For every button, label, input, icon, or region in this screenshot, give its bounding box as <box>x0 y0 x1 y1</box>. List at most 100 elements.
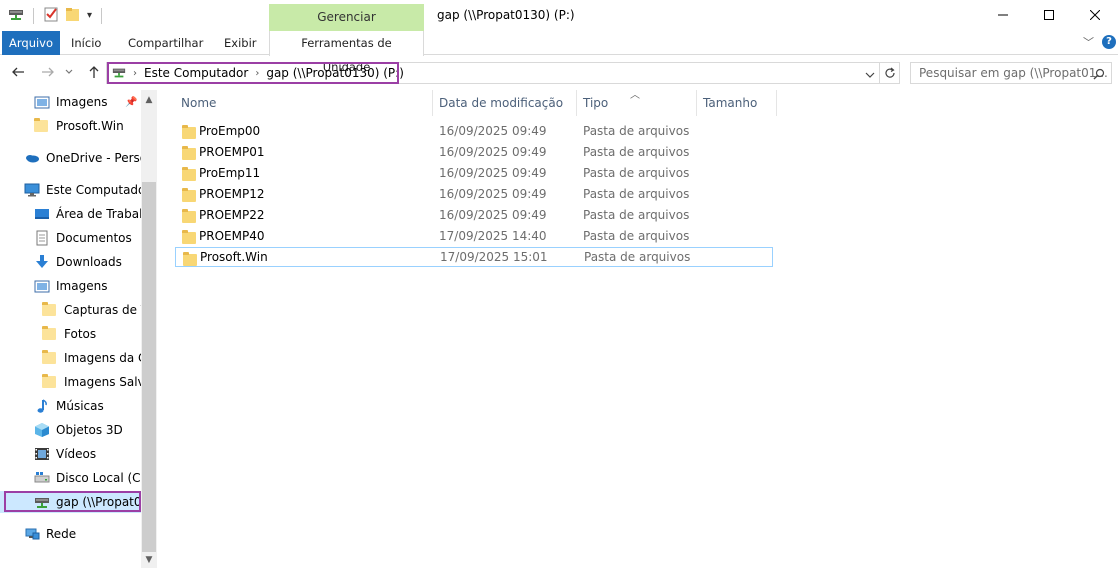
file-type: Pasta de arquivos <box>583 166 690 180</box>
table-row[interactable]: PROEMP40 17/09/2025 14:40 Pasta de arqui… <box>175 226 773 246</box>
table-row[interactable]: ProEmp00 16/09/2025 09:49 Pasta de arqui… <box>175 121 773 141</box>
maximize-button[interactable] <box>1026 0 1072 30</box>
sidebar-item-musicas[interactable]: Músicas <box>0 395 142 417</box>
tab-ferramentas-de-unidade[interactable]: Ferramentas de Unidade <box>269 31 424 74</box>
sidebar-item-label: Rede <box>46 527 77 541</box>
column-header-data[interactable]: Data de modificação <box>433 90 577 116</box>
network-icon <box>24 526 40 542</box>
sidebar-item-objetos-3d[interactable]: Objetos 3D <box>0 419 142 441</box>
table-row[interactable]: PROEMP01 16/09/2025 09:49 Pasta de arqui… <box>175 142 773 162</box>
scroll-down-icon[interactable]: ▼ <box>141 552 157 568</box>
sidebar-item-label: Vídeos <box>56 447 97 461</box>
folder-icon <box>182 146 196 160</box>
sidebar-item-area-de-trabalho[interactable]: Área de Trabalho <box>0 203 142 225</box>
sidebar-item-rede[interactable]: Rede <box>0 523 142 545</box>
scroll-up-icon[interactable]: ▲ <box>141 92 157 108</box>
sidebar-item-label: Objetos 3D <box>56 423 123 437</box>
properties-icon[interactable] <box>43 6 59 25</box>
folder-icon <box>42 326 58 342</box>
file-date: 16/09/2025 09:49 <box>439 145 547 159</box>
new-folder-icon[interactable] <box>65 6 81 25</box>
sidebar-item-label: Fotos <box>64 327 97 341</box>
scroll-thumb[interactable] <box>142 182 156 552</box>
folder-icon <box>34 118 50 134</box>
column-header-tamanho[interactable]: Tamanho <box>697 90 777 116</box>
table-row[interactable]: PROEMP12 16/09/2025 09:49 Pasta de arqui… <box>175 184 773 204</box>
folder-icon <box>182 230 196 244</box>
ribbon-right-controls: ﹀ ? <box>1083 34 1116 50</box>
column-header-nome[interactable]: Nome <box>175 90 433 116</box>
sidebar-item-label: Capturas de Te <box>64 303 142 317</box>
file-date: 16/09/2025 09:49 <box>439 208 547 222</box>
expand-ribbon-icon[interactable]: ﹀ <box>1083 34 1094 50</box>
sidebar-item-label: Prosoft.Win <box>56 119 124 133</box>
3d-objects-icon <box>34 422 50 438</box>
minimize-button[interactable] <box>980 0 1026 30</box>
desktop-icon <box>34 206 50 222</box>
sidebar-item-label: Documentos <box>56 231 132 245</box>
address-dropdown-icon[interactable] <box>865 68 875 82</box>
table-row[interactable]: Prosoft.Win 17/09/2025 15:01 Pasta de ar… <box>175 247 773 267</box>
sidebar-item-label: Downloads <box>56 255 122 269</box>
sidebar-item-disco-local[interactable]: Disco Local (C:) <box>0 467 142 489</box>
file-name: Prosoft.Win <box>200 250 268 264</box>
back-arrow-icon[interactable] <box>8 62 28 82</box>
sidebar-item-label: Este Computador <box>46 183 142 197</box>
sidebar-item-este-computador[interactable]: Este Computador <box>0 179 142 201</box>
recent-locations-icon[interactable] <box>62 62 76 82</box>
forward-arrow-icon[interactable] <box>38 62 58 82</box>
folder-icon <box>182 125 196 139</box>
file-date: 16/09/2025 09:49 <box>439 124 547 138</box>
sidebar-item-label: Disco Local (C:) <box>56 471 142 485</box>
tab-arquivo[interactable]: Arquivo <box>2 31 61 55</box>
folder-icon <box>183 252 197 266</box>
sidebar-item-downloads[interactable]: Downloads <box>0 251 142 273</box>
sidebar-item-videos[interactable]: Vídeos <box>0 443 142 465</box>
window-controls <box>980 0 1118 30</box>
folder-icon <box>42 374 58 390</box>
network-drive-icon <box>8 6 24 25</box>
tab-inicio[interactable]: Início <box>62 31 110 55</box>
sidebar-item-imagens-pinned[interactable]: Imagens 📌 <box>0 91 142 113</box>
table-row[interactable]: ProEmp11 16/09/2025 09:49 Pasta de arqui… <box>175 163 773 183</box>
help-icon[interactable]: ? <box>1102 35 1116 49</box>
sidebar-item-label: Imagens <box>56 279 108 293</box>
sidebar-item-label: OneDrive - Person <box>46 151 142 165</box>
onedrive-icon <box>24 150 40 166</box>
sidebar-item-imagens[interactable]: Imagens <box>0 275 142 297</box>
file-type: Pasta de arquivos <box>583 124 690 138</box>
sidebar-highlight-box <box>4 491 141 512</box>
table-row[interactable]: PROEMP22 16/09/2025 09:49 Pasta de arqui… <box>175 205 773 225</box>
pictures-icon <box>34 94 50 110</box>
toolbar-separator <box>33 7 34 24</box>
quick-access-toolbar: ▾ <box>8 6 105 25</box>
up-arrow-icon[interactable] <box>84 62 104 82</box>
search-icon[interactable] <box>1093 66 1105 86</box>
folder-icon <box>182 188 196 202</box>
sidebar-item-fotos[interactable]: Fotos <box>0 323 142 345</box>
sidebar-item-imagens-salvas[interactable]: Imagens Salvas <box>0 371 142 393</box>
sidebar-item-prosoft-win[interactable]: Prosoft.Win <box>0 115 142 137</box>
manage-context-tab[interactable]: Gerenciar <box>269 4 424 31</box>
customize-toolbar-icon[interactable]: ▾ <box>87 10 92 21</box>
file-name: PROEMP12 <box>199 187 265 201</box>
sidebar-item-imagens-da-camera[interactable]: Imagens da Câ <box>0 347 142 369</box>
file-type: Pasta de arquivos <box>583 208 690 222</box>
sidebar-item-capturas[interactable]: Capturas de Te <box>0 299 142 321</box>
search-input[interactable]: Pesquisar em gap (\\Propat01... <box>910 62 1112 84</box>
sort-ascending-icon: ︿ <box>630 90 640 101</box>
sidebar-item-documentos[interactable]: Documentos <box>0 227 142 249</box>
tab-compartilhar[interactable]: Compartilhar <box>119 31 212 55</box>
file-date: 16/09/2025 09:49 <box>439 187 547 201</box>
this-pc-icon <box>24 182 40 198</box>
address-bar[interactable]: › Este Computador › gap (\\Propat0130) (… <box>106 62 880 84</box>
file-date: 16/09/2025 09:49 <box>439 166 547 180</box>
tab-exibir[interactable]: Exibir <box>215 31 266 55</box>
sidebar-item-onedrive[interactable]: OneDrive - Person <box>0 147 142 169</box>
sidebar-scrollbar[interactable]: ▲ ▼ <box>141 90 157 568</box>
refresh-button[interactable] <box>880 62 900 84</box>
downloads-icon <box>34 254 50 270</box>
refresh-icon <box>884 67 895 78</box>
pin-icon[interactable]: 📌 <box>125 97 137 108</box>
close-button[interactable] <box>1072 0 1118 30</box>
